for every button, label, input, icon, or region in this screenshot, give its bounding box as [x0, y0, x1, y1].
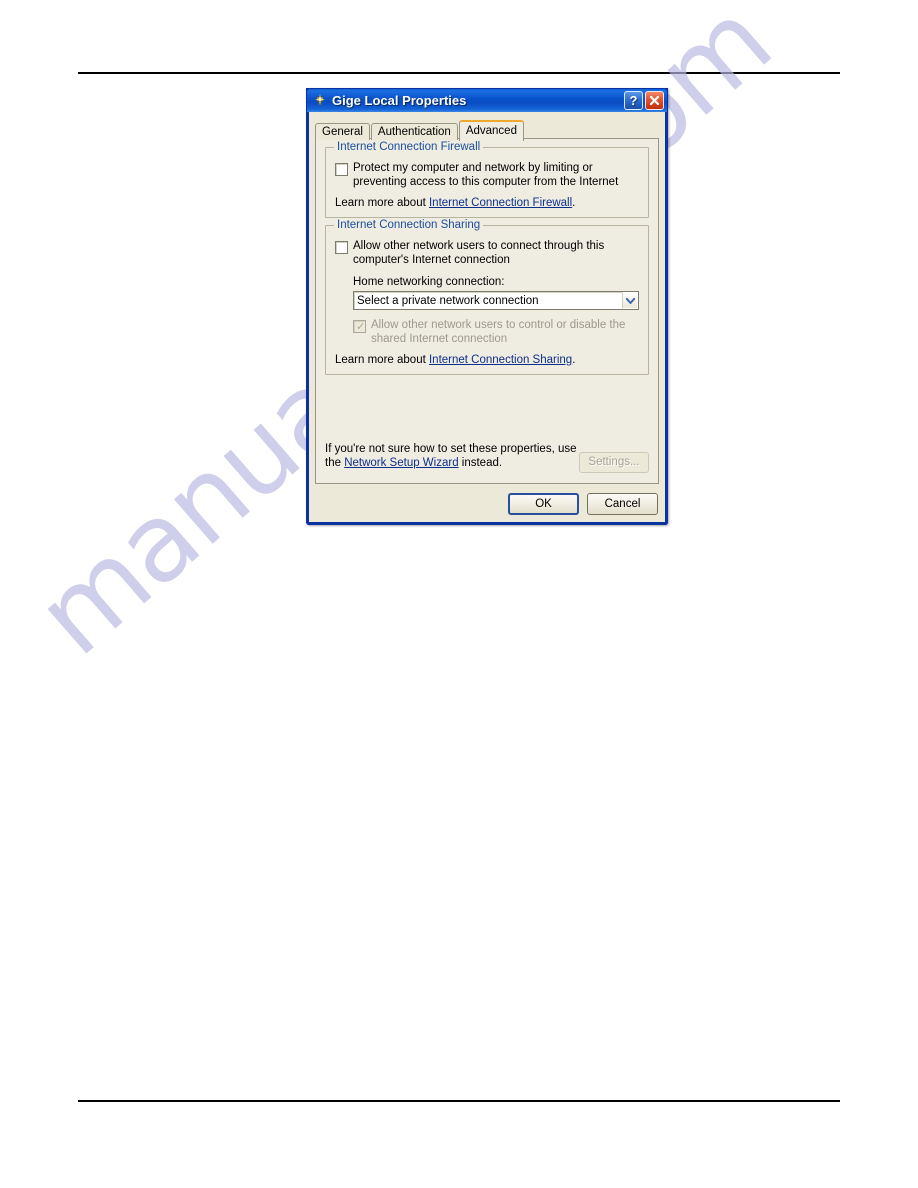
chevron-down-icon[interactable] — [622, 292, 638, 309]
firewall-learn-prefix: Learn more about — [335, 197, 429, 209]
firewall-protect-label: Protect my computer and network by limit… — [353, 162, 619, 188]
help-button-label: ? — [629, 93, 638, 108]
firewall-protect-checkbox[interactable] — [335, 163, 348, 176]
network-connection-icon — [312, 93, 328, 109]
close-icon — [649, 95, 660, 106]
internet-connection-sharing-group: Internet Connection Sharing Allow other … — [325, 219, 649, 375]
network-setup-wizard-link[interactable]: Network Setup Wizard — [344, 457, 458, 469]
tab-advanced[interactable]: Advanced — [458, 120, 524, 141]
advanced-tab-panel: Internet Connection Firewall Protect my … — [315, 138, 659, 484]
tab-general[interactable]: General — [315, 123, 370, 140]
checkmark-icon: ✓ — [356, 320, 366, 333]
close-button[interactable] — [645, 91, 664, 110]
tab-strip: General Authentication Advanced — [315, 118, 665, 141]
gige-local-properties-dialog: Gige Local Properties ? General Authenti… — [306, 88, 668, 525]
cancel-button[interactable]: Cancel — [587, 493, 658, 515]
firewall-group-legend: Internet Connection Firewall — [334, 141, 484, 153]
firewall-learn-more: Learn more about Internet Connection Fir… — [335, 197, 639, 209]
sharing-control-checkbox: ✓ — [353, 320, 366, 333]
internet-connection-firewall-group: Internet Connection Firewall Protect my … — [325, 141, 649, 218]
page-header-rule — [78, 72, 840, 74]
sharing-connect-label: Allow other network users to connect thr… — [353, 240, 605, 266]
wizard-hint-row: If you're not sure how to set these prop… — [325, 442, 649, 473]
dialog-button-bar: OK Cancel — [500, 493, 658, 515]
sharing-learn-more: Learn more about Internet Connection Sha… — [335, 354, 639, 366]
home-networking-connection-label: Home networking connection: — [353, 276, 505, 288]
wizard-hint-part2: instead. — [458, 457, 503, 469]
sharing-control-label: Allow other network users to control or … — [371, 319, 626, 345]
page-footer-rule — [78, 1100, 840, 1102]
firewall-learn-link[interactable]: Internet Connection Firewall — [429, 197, 572, 209]
sharing-connect-checkbox-row[interactable]: Allow other network users to connect thr… — [335, 240, 639, 267]
sharing-connect-checkbox[interactable] — [335, 241, 348, 254]
ok-button[interactable]: OK — [508, 493, 579, 515]
dialog-title: Gige Local Properties — [332, 92, 467, 108]
sharing-learn-prefix: Learn more about — [335, 354, 429, 366]
sharing-learn-suffix: . — [572, 354, 576, 366]
home-networking-connection-value: Select a private network connection — [357, 294, 539, 307]
sharing-learn-link[interactable]: Internet Connection Sharing — [429, 354, 572, 366]
firewall-learn-suffix: . — [572, 197, 576, 209]
tab-authentication[interactable]: Authentication — [370, 123, 458, 140]
sharing-group-legend: Internet Connection Sharing — [334, 219, 484, 231]
firewall-protect-checkbox-row[interactable]: Protect my computer and network by limit… — [335, 162, 639, 189]
home-networking-connection-select[interactable]: Select a private network connection — [353, 291, 639, 310]
wizard-hint-text: If you're not sure how to set these prop… — [325, 442, 579, 470]
settings-button: Settings... — [579, 452, 649, 473]
sharing-control-checkbox-row: ✓ Allow other network users to control o… — [353, 319, 639, 346]
dialog-titlebar[interactable]: Gige Local Properties ? — [306, 88, 668, 112]
help-button[interactable]: ? — [624, 91, 643, 110]
